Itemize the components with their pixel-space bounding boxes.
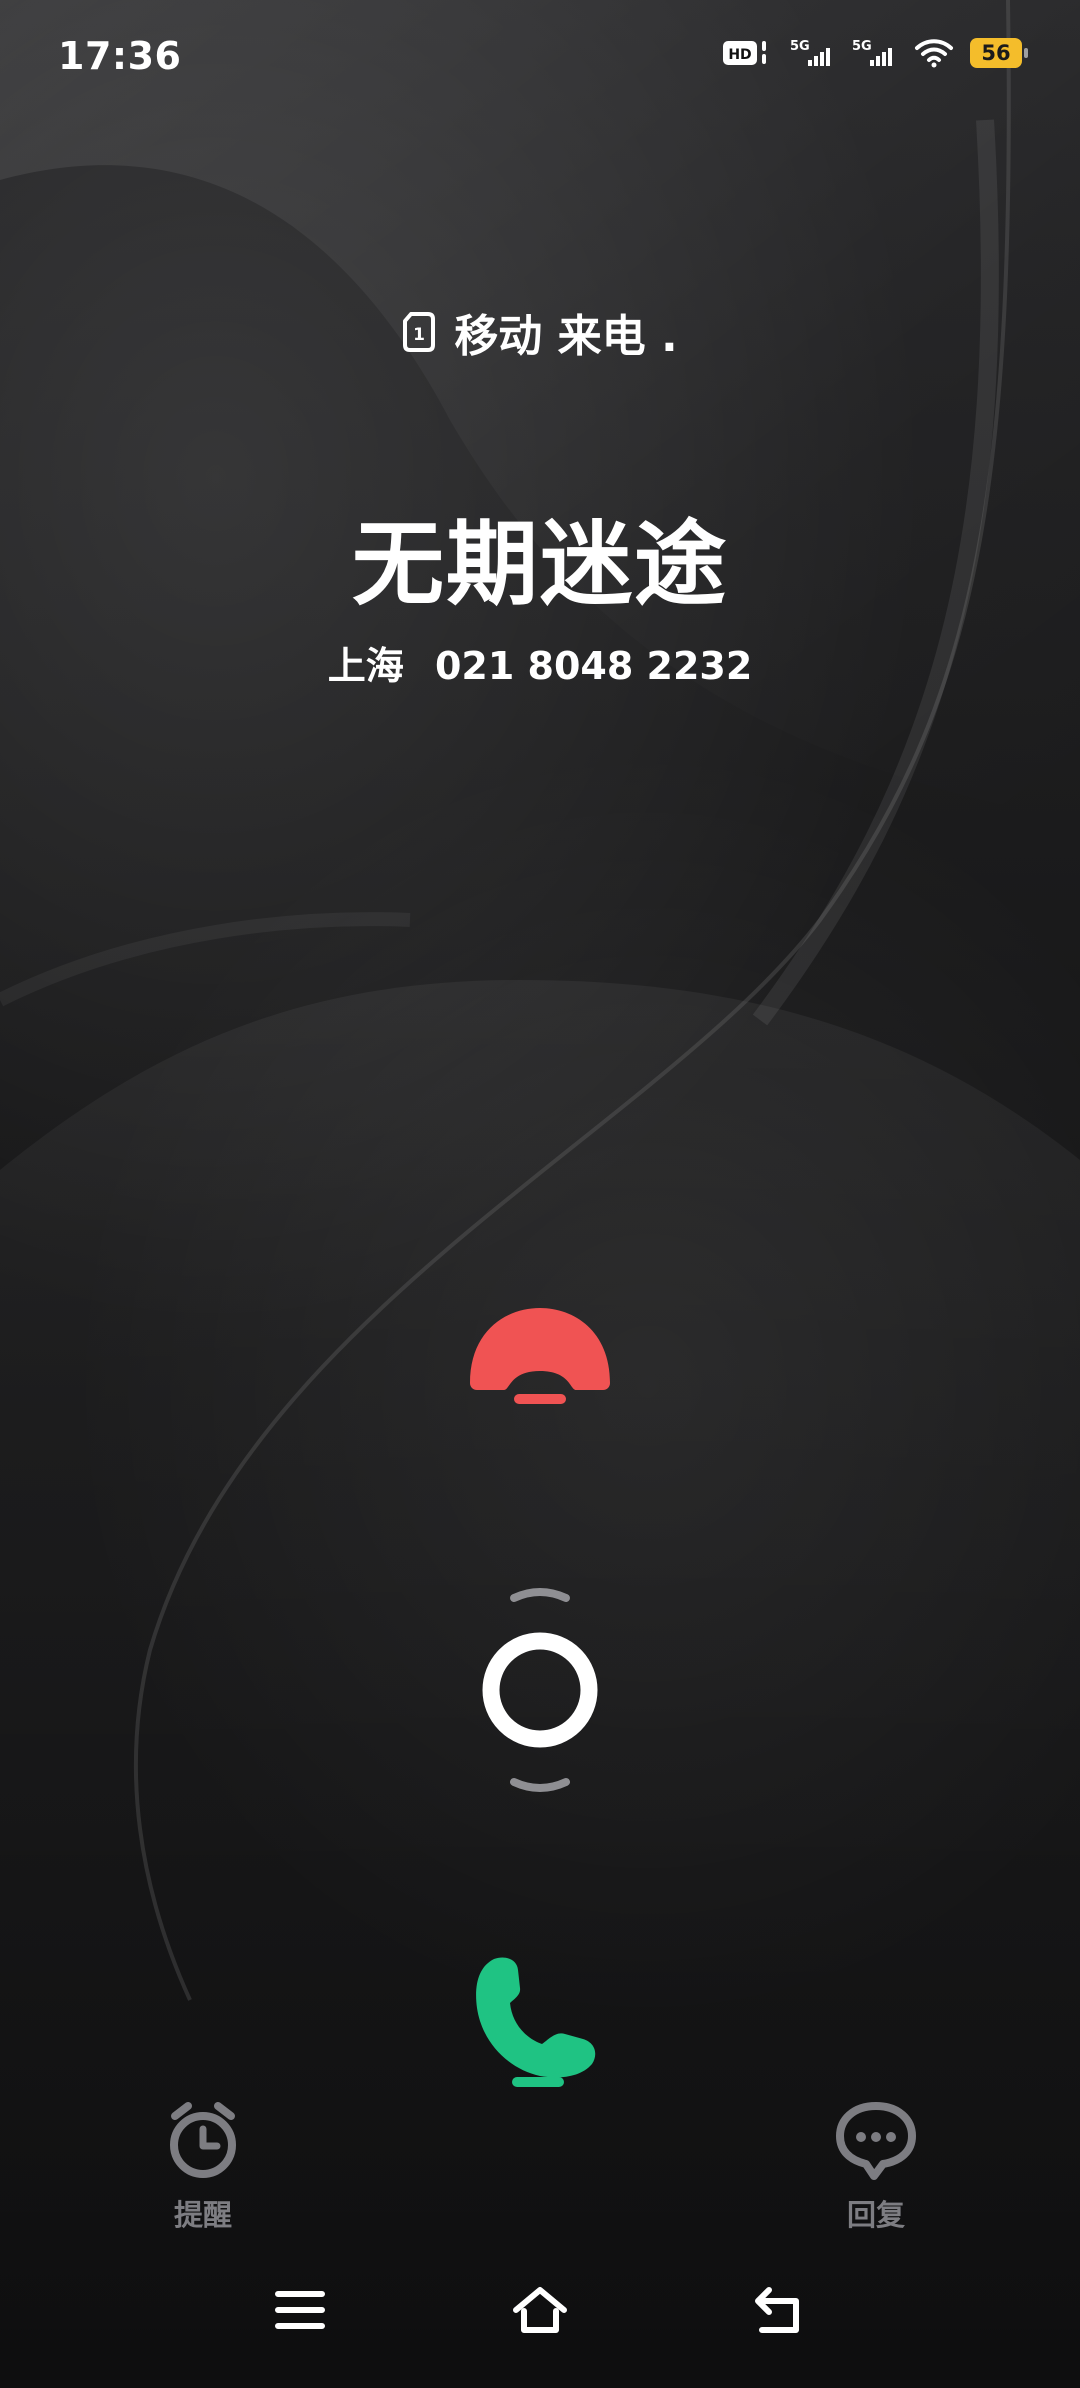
5g-signal-icon: 5G bbox=[790, 39, 830, 66]
caller-info: 上海 021 8048 2232 bbox=[0, 635, 1080, 690]
hd-icon: HD bbox=[723, 41, 766, 65]
caller-location: 上海 bbox=[327, 644, 404, 688]
back-icon[interactable] bbox=[750, 2280, 810, 2340]
answer-phone-icon[interactable] bbox=[470, 1955, 610, 2090]
reply-label: 回复 bbox=[846, 2198, 905, 2232]
alarm-clock-icon bbox=[170, 2102, 236, 2178]
remind-button[interactable]: 提醒 bbox=[118, 2100, 288, 2234]
remind-label: 提醒 bbox=[173, 2198, 232, 2232]
battery-icon: 56 bbox=[970, 38, 1028, 68]
message-bubble-icon bbox=[836, 2102, 916, 2180]
status-time: 17:36 bbox=[58, 34, 182, 78]
decline-phone-icon[interactable] bbox=[462, 1305, 618, 1405]
sim-card-icon: 1 bbox=[403, 312, 436, 352]
incoming-carrier: 1 移动 来电 . bbox=[0, 300, 1080, 364]
carrier-label: 移动 来电 . bbox=[454, 311, 678, 362]
navigation-bar bbox=[0, 2270, 1080, 2380]
hd-label: HD bbox=[728, 47, 751, 63]
home-icon[interactable] bbox=[510, 2280, 570, 2340]
wifi-icon bbox=[915, 39, 953, 68]
status-icons: HD 5G 5G 56 bbox=[722, 36, 1028, 70]
caller-number: 021 8048 2232 bbox=[434, 644, 753, 688]
caller-name: 无期迷途 bbox=[351, 511, 728, 618]
sim-slot: 1 bbox=[413, 325, 425, 345]
signal-label: 5G bbox=[790, 39, 810, 54]
slide-down-hint-icon bbox=[510, 1778, 570, 1792]
menu-icon[interactable] bbox=[270, 2280, 330, 2340]
slider-ring-icon[interactable] bbox=[482, 1632, 598, 1748]
answer-slider[interactable] bbox=[470, 1580, 610, 1800]
5g-signal-icon-2: 5G bbox=[852, 39, 892, 66]
reply-button[interactable]: 回复 bbox=[791, 2100, 961, 2234]
signal-label-2: 5G bbox=[852, 39, 872, 54]
slide-up-hint-icon bbox=[510, 1588, 570, 1602]
status-bar: 17:36 HD 5G 5G 56 bbox=[0, 0, 1080, 110]
